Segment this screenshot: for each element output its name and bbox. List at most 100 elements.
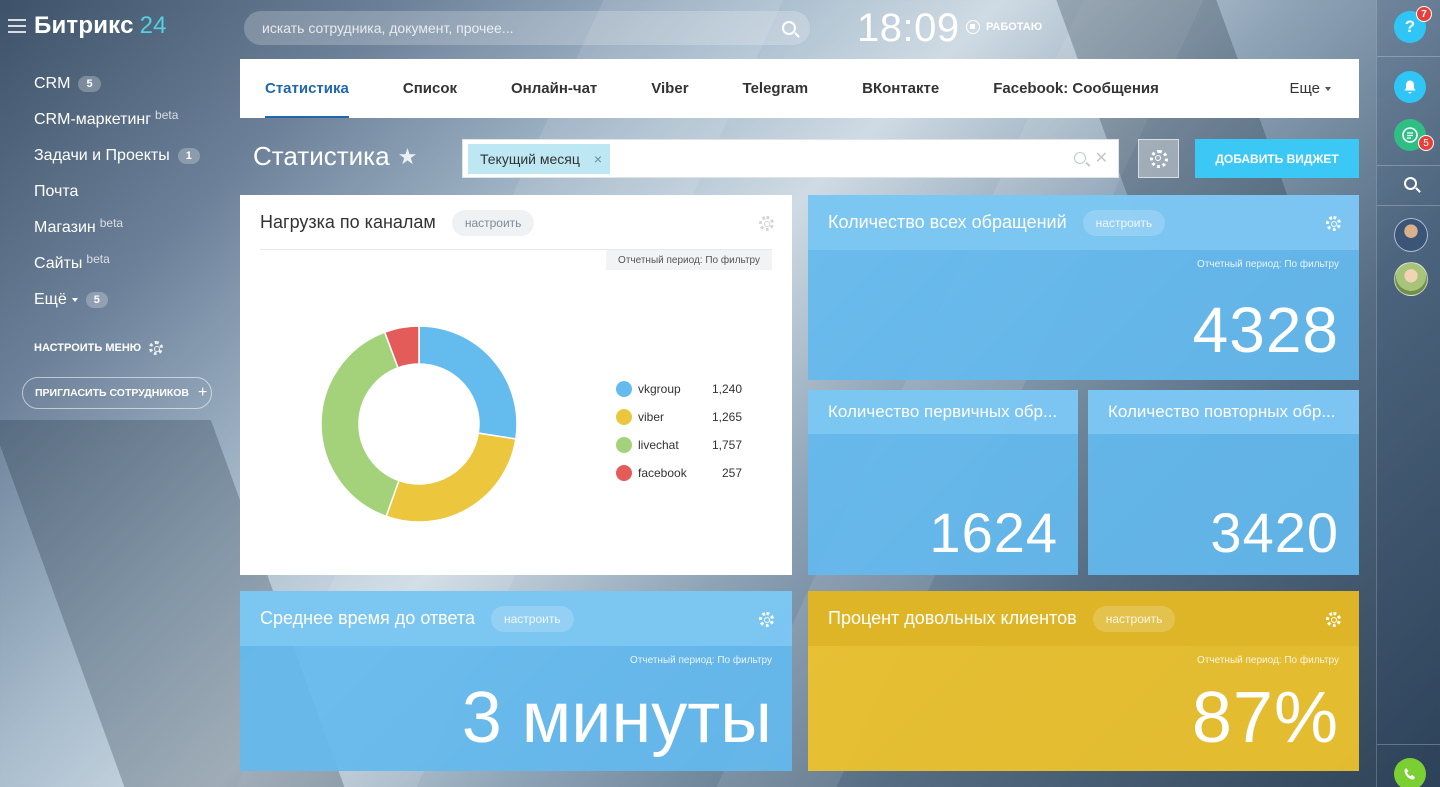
call-button[interactable] xyxy=(1394,758,1426,787)
tab-list[interactable]: Список xyxy=(403,59,457,118)
legend-label: viber xyxy=(638,410,665,424)
logo-name: Битрикс xyxy=(34,12,134,39)
filter-chip[interactable]: Текущий месяц × xyxy=(468,144,611,174)
notifications-button[interactable] xyxy=(1394,71,1426,103)
close-icon[interactable]: × xyxy=(594,151,602,167)
widget-channel-load: Нагрузка по каналам настроить Отчетный п… xyxy=(240,195,792,575)
legend-value: 1,757 xyxy=(711,438,742,452)
chat-badge: 5 xyxy=(1418,135,1434,151)
legend-value: 257 xyxy=(721,466,742,480)
configure-button[interactable]: настроить xyxy=(451,209,535,236)
legend-marker xyxy=(616,381,632,397)
widget-value: 87% xyxy=(1191,678,1339,758)
chevron-down-icon xyxy=(71,298,78,302)
avatar[interactable] xyxy=(1394,218,1428,252)
divider xyxy=(1377,56,1440,57)
widget-title: Количество всех обращений xyxy=(828,212,1067,232)
gear-icon[interactable] xyxy=(759,216,774,231)
sidebar-item-sites[interactable]: Сайты beta xyxy=(34,246,200,282)
divider xyxy=(1377,744,1440,745)
search-icon xyxy=(1403,176,1417,190)
work-status-button[interactable]: РАБОТАЮ xyxy=(966,20,1042,34)
gear-icon[interactable] xyxy=(1326,216,1341,231)
search-input[interactable] xyxy=(262,20,762,36)
work-status-label: РАБОТАЮ xyxy=(986,21,1043,33)
counter-badge: 1 xyxy=(177,148,200,164)
donut-slice-viber[interactable] xyxy=(385,432,517,523)
beta-label: beta xyxy=(99,216,124,230)
legend-label: livechat xyxy=(638,438,679,452)
configure-menu-button[interactable]: НАСТРОИТЬ МЕНЮ xyxy=(34,341,164,355)
widget-header: Среднее время до ответа настроить xyxy=(240,591,792,646)
configure-button[interactable]: настроить xyxy=(1092,605,1176,632)
sidebar-item-label: Почта xyxy=(34,183,79,200)
legend-marker xyxy=(616,465,632,481)
widget-title: Количество первичных обр... xyxy=(828,402,1058,421)
tab-statistics[interactable]: Статистика xyxy=(265,59,349,118)
search-icon[interactable] xyxy=(782,21,796,35)
clear-icon[interactable]: ✕ xyxy=(1095,148,1108,168)
search-icon[interactable] xyxy=(1074,152,1086,164)
legend-item-vkgroup[interactable]: vkgroup 1,240 xyxy=(616,375,742,403)
avatar[interactable] xyxy=(1394,262,1428,296)
clock[interactable]: 18:09 xyxy=(857,6,960,51)
chart-legend: vkgroup 1,240 viber 1,265 livechat 1,757 faceb… xyxy=(616,375,742,487)
donut-chart xyxy=(320,325,518,523)
report-period: Отчетный период: По фильтру xyxy=(1197,655,1339,666)
sidebar-item-label: Сайты xyxy=(34,255,83,272)
gear-icon[interactable] xyxy=(1326,612,1341,627)
star-icon[interactable]: ★ xyxy=(398,144,418,170)
left-sidebar: Битрикс 24 CRM 5 CRM-маркетинг beta Задачи … xyxy=(0,0,240,787)
tab-online-chat[interactable]: Онлайн-чат xyxy=(511,59,597,118)
widget-header: Количество повторных обр... xyxy=(1088,390,1359,434)
sidebar-item-mail[interactable]: Почта xyxy=(34,174,200,210)
widget-header: Количество всех обращений настроить xyxy=(808,195,1359,250)
sidebar-item-shop[interactable]: Магазин beta xyxy=(34,210,200,246)
widget-header: Процент довольных клиентов настроить xyxy=(808,591,1359,646)
sidebar-item-label: Ещё xyxy=(34,291,67,308)
invite-employees-button[interactable]: ПРИГЛАСИТЬ СОТРУДНИКОВ + xyxy=(22,377,212,409)
global-search xyxy=(244,11,810,45)
plus-icon: + xyxy=(198,384,208,401)
donut-slice-vkgroup[interactable] xyxy=(418,325,518,440)
help-button[interactable]: ? 7 xyxy=(1394,6,1432,43)
tab-more[interactable]: Еще xyxy=(1289,59,1331,118)
gear-icon xyxy=(149,341,164,355)
beta-label: beta xyxy=(86,252,110,266)
sidebar-item-crm-marketing[interactable]: CRM-маркетинг beta xyxy=(34,102,200,138)
configure-button[interactable]: настроить xyxy=(1082,209,1166,236)
donut-slice-livechat[interactable] xyxy=(320,331,400,518)
gear-icon[interactable] xyxy=(759,612,774,627)
tab-vkontakte[interactable]: ВКонтакте xyxy=(862,59,939,118)
tab-more-label: Еще xyxy=(1289,80,1320,97)
search-button[interactable] xyxy=(1394,167,1426,199)
tab-facebook-messages[interactable]: Facebook: Сообщения xyxy=(993,59,1159,118)
sidebar-menu: CRM 5 CRM-маркетинг beta Задачи и Проекты 1… xyxy=(34,66,200,318)
menu-burger-icon[interactable] xyxy=(8,19,26,33)
logo-row: Битрикс 24 xyxy=(8,12,167,40)
page-title: Статистика ★ xyxy=(253,141,417,172)
chats-button[interactable]: 5 xyxy=(1394,119,1434,151)
tab-telegram[interactable]: Telegram xyxy=(743,59,809,118)
widget-primary-requests: Количество первичных обр... 1624 xyxy=(808,390,1078,575)
help-icon: ? xyxy=(1404,17,1416,36)
logo[interactable]: Битрикс 24 xyxy=(34,12,167,40)
sidebar-item-tasks[interactable]: Задачи и Проекты 1 xyxy=(34,138,200,174)
legend-label: vkgroup xyxy=(638,382,681,396)
tab-viber[interactable]: Viber xyxy=(651,59,688,118)
filter-field[interactable]: Текущий месяц × ✕ xyxy=(462,139,1119,178)
bell-icon xyxy=(1404,80,1416,94)
legend-item-livechat[interactable]: livechat 1,757 xyxy=(616,431,742,459)
sidebar-item-more[interactable]: Ещё 5 xyxy=(34,282,200,318)
configure-button[interactable]: настроить xyxy=(491,605,574,632)
add-widget-button[interactable]: ДОБАВИТЬ ВИДЖЕТ xyxy=(1195,139,1359,178)
legend-item-facebook[interactable]: facebook 257 xyxy=(616,459,742,487)
sidebar-item-label: CRM xyxy=(34,75,71,92)
legend-item-viber[interactable]: viber 1,265 xyxy=(616,403,742,431)
settings-button[interactable] xyxy=(1138,139,1179,178)
sidebar-item-crm[interactable]: CRM 5 xyxy=(34,66,200,102)
sidebar-item-label: Магазин xyxy=(34,219,96,236)
configure-menu-label: НАСТРОИТЬ МЕНЮ xyxy=(34,342,142,354)
counter-badge: 5 xyxy=(78,76,101,92)
divider xyxy=(1377,205,1440,206)
